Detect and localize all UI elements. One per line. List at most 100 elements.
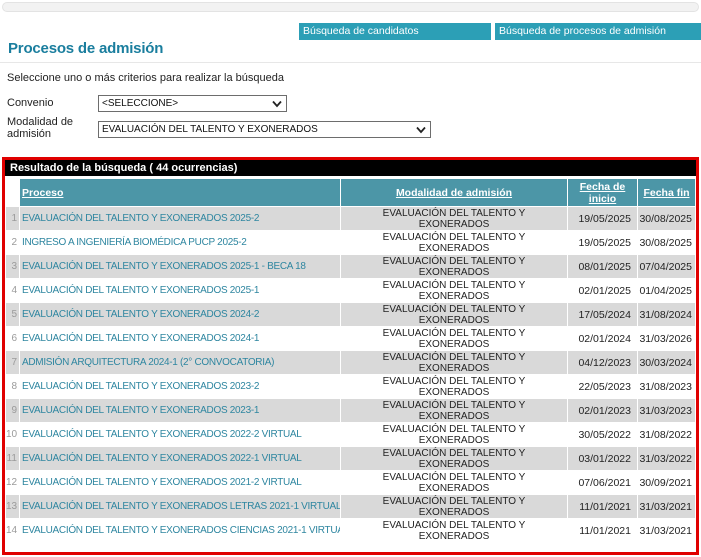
process-cell: EVALUACIÓN DEL TALENTO Y EXONERADOS 2023… [20,399,340,422]
process-cell: EVALUACIÓN DEL TALENTO Y EXONERADOS 2021… [20,471,340,494]
row-number: 11 [6,447,19,470]
table-row: 11EVALUACIÓN DEL TALENTO Y EXONERADOS 20… [6,447,695,470]
modalidad-label: Modalidad de admisión [7,116,87,140]
row-modalidad: EVALUACIÓN DEL TALENTO Y EXONERADOS [341,303,567,326]
process-cell: EVALUACIÓN DEL TALENTO Y EXONERADOS 2025… [20,207,340,230]
process-link[interactable]: EVALUACIÓN DEL TALENTO Y EXONERADOS 2025… [22,261,306,272]
header-number-column [6,179,19,206]
header-proceso[interactable]: Proceso [20,179,340,206]
row-number: 6 [6,327,19,350]
process-link[interactable]: EVALUACIÓN DEL TALENTO Y EXONERADOS 2024… [22,333,259,344]
convenio-label: Convenio [7,97,53,109]
process-cell: EVALUACIÓN DEL TALENTO Y EXONERADOS 2022… [20,423,340,446]
process-cell: EVALUACIÓN DEL TALENTO Y EXONERADOS 2023… [20,375,340,398]
results-body: 1EVALUACIÓN DEL TALENTO Y EXONERADOS 202… [6,207,695,542]
row-modalidad: EVALUACIÓN DEL TALENTO Y EXONERADOS [341,447,567,470]
results-panel: Resultado de la búsqueda ( 44 ocurrencia… [2,157,699,555]
process-link[interactable]: ADMISIÓN ARQUITECTURA 2024-1 (2° CONVOCA… [22,357,274,368]
process-cell: EVALUACIÓN DEL TALENTO Y EXONERADOS LETR… [20,495,340,518]
modalidad-select[interactable]: EVALUACIÓN DEL TALENTO Y EXONERADOS [98,121,431,138]
search-tabs: Búsqueda de candidatos Búsqueda de proce… [299,23,701,40]
row-number: 3 [6,255,19,278]
row-fecha-fin: 30/03/2024 [638,351,695,374]
row-fecha-fin: 31/03/2023 [638,399,695,422]
results-table: Proceso Modalidad de admisión Fecha de i… [5,178,696,543]
table-row: 14EVALUACIÓN DEL TALENTO Y EXONERADOS CI… [6,519,695,542]
process-link[interactable]: EVALUACIÓN DEL TALENTO Y EXONERADOS 2022… [22,429,302,440]
page-title: Procesos de admisión [8,40,163,57]
row-fecha-inicio: 11/01/2021 [568,495,637,518]
chevron-down-icon [416,126,426,134]
header-fecha-fin[interactable]: Fecha fin [638,179,695,206]
tab-busqueda-procesos-admision[interactable]: Búsqueda de procesos de admisión [495,23,701,40]
process-cell: EVALUACIÓN DEL TALENTO Y EXONERADOS 2022… [20,447,340,470]
process-link[interactable]: EVALUACIÓN DEL TALENTO Y EXONERADOS 2024… [22,309,259,320]
table-row: 7ADMISIÓN ARQUITECTURA 2024-1 (2° CONVOC… [6,351,695,374]
row-fecha-inicio: 08/01/2025 [568,255,637,278]
row-fecha-inicio: 02/01/2025 [568,279,637,302]
process-link[interactable]: EVALUACIÓN DEL TALENTO Y EXONERADOS 2023… [22,405,259,416]
process-link[interactable]: EVALUACIÓN DEL TALENTO Y EXONERADOS 2025… [22,285,259,296]
row-fecha-fin: 31/03/2022 [638,447,695,470]
row-fecha-fin: 31/03/2021 [638,519,695,542]
row-fecha-inicio: 19/05/2025 [568,231,637,254]
table-row: 6EVALUACIÓN DEL TALENTO Y EXONERADOS 202… [6,327,695,350]
row-fecha-inicio: 04/12/2023 [568,351,637,374]
row-modalidad: EVALUACIÓN DEL TALENTO Y EXONERADOS [341,495,567,518]
process-cell: EVALUACIÓN DEL TALENTO Y EXONERADOS 2025… [20,255,340,278]
table-row: 10EVALUACIÓN DEL TALENTO Y EXONERADOS 20… [6,423,695,446]
row-modalidad: EVALUACIÓN DEL TALENTO Y EXONERADOS [341,471,567,494]
process-link[interactable]: EVALUACIÓN DEL TALENTO Y EXONERADOS 2023… [22,381,259,392]
row-fecha-inicio: 19/05/2025 [568,207,637,230]
process-link[interactable]: EVALUACIÓN DEL TALENTO Y EXONERADOS LETR… [22,501,340,512]
row-modalidad: EVALUACIÓN DEL TALENTO Y EXONERADOS [341,375,567,398]
process-cell: INGRESO A INGENIERÍA BIOMÉDICA PUCP 2025… [20,231,340,254]
row-number: 9 [6,399,19,422]
convenio-select[interactable]: <SELECCIONE> [98,95,287,112]
table-row: 13EVALUACIÓN DEL TALENTO Y EXONERADOS LE… [6,495,695,518]
row-fecha-inicio: 03/01/2022 [568,447,637,470]
header-modalidad[interactable]: Modalidad de admisión [341,179,567,206]
row-fecha-fin: 31/08/2022 [638,423,695,446]
chevron-down-icon [272,100,282,108]
row-modalidad: EVALUACIÓN DEL TALENTO Y EXONERADOS [341,231,567,254]
results-title-bar: Resultado de la búsqueda ( 44 ocurrencia… [5,160,696,176]
row-fecha-fin: 01/04/2025 [638,279,695,302]
row-fecha-inicio: 07/06/2021 [568,471,637,494]
row-modalidad: EVALUACIÓN DEL TALENTO Y EXONERADOS [341,279,567,302]
row-modalidad: EVALUACIÓN DEL TALENTO Y EXONERADOS [341,255,567,278]
divider [0,62,701,63]
row-fecha-inicio: 30/05/2022 [568,423,637,446]
row-number: 7 [6,351,19,374]
row-fecha-fin: 31/03/2021 [638,495,695,518]
modalidad-selected-value: EVALUACIÓN DEL TALENTO Y EXONERADOS [102,122,318,137]
row-number: 4 [6,279,19,302]
process-link[interactable]: EVALUACIÓN DEL TALENTO Y EXONERADOS 2021… [22,477,302,488]
tab-busqueda-candidatos[interactable]: Búsqueda de candidatos [299,23,491,40]
row-fecha-fin: 30/08/2025 [638,231,695,254]
convenio-selected-value: <SELECCIONE> [102,96,178,111]
process-link[interactable]: EVALUACIÓN DEL TALENTO Y EXONERADOS 2025… [22,213,259,224]
row-number: 2 [6,231,19,254]
process-cell: EVALUACIÓN DEL TALENTO Y EXONERADOS 2024… [20,327,340,350]
row-number: 10 [6,423,19,446]
row-fecha-inicio: 02/01/2023 [568,399,637,422]
table-row: 1EVALUACIÓN DEL TALENTO Y EXONERADOS 202… [6,207,695,230]
process-cell: ADMISIÓN ARQUITECTURA 2024-1 (2° CONVOCA… [20,351,340,374]
row-number: 8 [6,375,19,398]
header-fecha-inicio[interactable]: Fecha de inicio [568,179,637,206]
row-fecha-inicio: 22/05/2023 [568,375,637,398]
process-link[interactable]: EVALUACIÓN DEL TALENTO Y EXONERADOS CIEN… [22,525,340,536]
table-row: 9EVALUACIÓN DEL TALENTO Y EXONERADOS 202… [6,399,695,422]
row-number: 1 [6,207,19,230]
row-fecha-fin: 31/03/2026 [638,327,695,350]
process-link[interactable]: EVALUACIÓN DEL TALENTO Y EXONERADOS 2022… [22,453,302,464]
process-cell: EVALUACIÓN DEL TALENTO Y EXONERADOS 2025… [20,279,340,302]
process-link[interactable]: INGRESO A INGENIERÍA BIOMÉDICA PUCP 2025… [22,237,247,248]
row-modalidad: EVALUACIÓN DEL TALENTO Y EXONERADOS [341,423,567,446]
table-row: 8EVALUACIÓN DEL TALENTO Y EXONERADOS 202… [6,375,695,398]
row-fecha-inicio: 02/01/2024 [568,327,637,350]
row-fecha-fin: 31/08/2023 [638,375,695,398]
top-panel-edge [2,2,699,12]
row-fecha-fin: 31/08/2024 [638,303,695,326]
